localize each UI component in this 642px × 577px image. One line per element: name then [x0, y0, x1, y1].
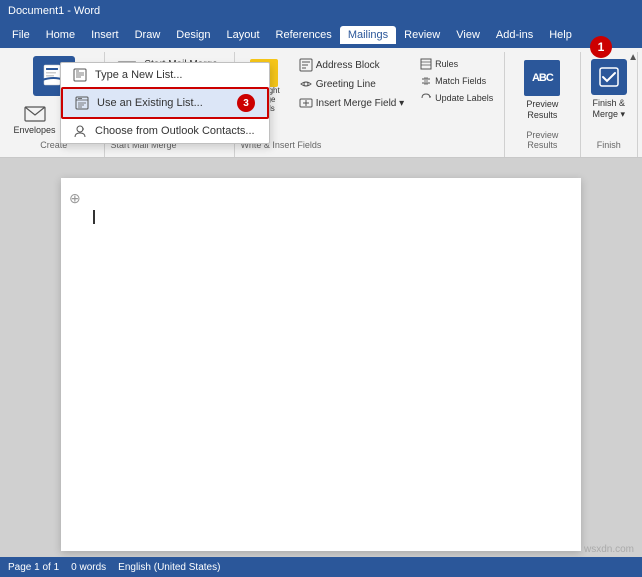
rules-icon	[420, 58, 432, 70]
preview-results-label: PreviewResults	[526, 99, 558, 121]
ribbon-group-preview: ABC PreviewResults Preview Results	[505, 52, 580, 157]
insert-merge-field-button[interactable]: Insert Merge Field ▾	[294, 94, 409, 112]
badge-1: 1	[590, 36, 612, 58]
menu-mailings[interactable]: Mailings	[340, 26, 396, 44]
address-block-button[interactable]: Address Block	[294, 56, 409, 74]
address-block-label: Address Block	[316, 60, 380, 71]
preview-results-icon: ABC	[524, 60, 560, 96]
ribbon-group-write-insert: HighlightMerge Fields Address Block	[235, 52, 506, 157]
finish-merge-icon	[591, 59, 627, 95]
match-fields-button[interactable]: Match Fields	[415, 73, 498, 89]
choose-from-outlook-icon	[73, 124, 87, 138]
text-cursor	[93, 210, 95, 227]
update-labels-button[interactable]: Update Labels	[415, 90, 498, 106]
menu-layout[interactable]: Layout	[219, 26, 268, 44]
ribbon-collapse-button[interactable]: ▲	[628, 52, 638, 63]
greeting-line-icon	[299, 77, 313, 91]
preview-results-button[interactable]: ABC PreviewResults	[516, 56, 568, 128]
status-bar: Page 1 of 1 0 words English (United Stat…	[0, 557, 642, 577]
finish-merge-label: Finish &Merge ▾	[593, 98, 626, 120]
menu-home[interactable]: Home	[38, 26, 83, 44]
update-labels-icon	[420, 92, 432, 104]
page-info: Page 1 of 1	[8, 562, 59, 573]
menu-file[interactable]: File	[4, 26, 38, 44]
use-existing-list-item[interactable]: Use an Existing List... 3	[61, 87, 269, 119]
greeting-line-label: Greeting Line	[316, 79, 376, 90]
watermark: wsxdn.com	[584, 544, 634, 555]
envelopes-label: Envelopes	[13, 125, 55, 135]
update-labels-label: Update Labels	[435, 93, 493, 103]
choose-from-outlook-label: Choose from Outlook Contacts...	[95, 125, 255, 137]
insert-merge-field-icon	[299, 96, 313, 110]
insert-merge-field-label: Insert Merge Field ▾	[316, 98, 404, 109]
document-page[interactable]: ⊕	[61, 178, 581, 551]
type-new-list-label: Type a New List...	[95, 69, 182, 81]
match-fields-label: Match Fields	[435, 76, 486, 86]
document-area: ⊕	[0, 158, 642, 571]
match-fields-icon	[420, 75, 432, 87]
use-existing-list-label: Use an Existing List...	[97, 97, 203, 109]
envelope-icon	[24, 105, 46, 123]
menu-insert[interactable]: Insert	[83, 26, 127, 44]
type-new-list-item[interactable]: Type a New List...	[61, 63, 269, 87]
menu-references[interactable]: References	[268, 26, 340, 44]
rules-button[interactable]: Rules	[415, 56, 498, 72]
menu-view[interactable]: View	[448, 26, 488, 44]
menu-addins[interactable]: Add-ins	[488, 26, 541, 44]
envelopes-button[interactable]: Envelopes	[8, 102, 60, 138]
menu-draw[interactable]: Draw	[127, 26, 169, 44]
address-block-icon	[299, 58, 313, 72]
use-existing-list-icon	[75, 96, 89, 110]
badge-3: 3	[237, 94, 255, 112]
menu-bar: File Home Insert Draw Design Layout Refe…	[0, 22, 642, 48]
word-count: 0 words	[71, 562, 106, 573]
finish-merge-button[interactable]: Finish &Merge ▾	[586, 56, 632, 138]
type-new-list-icon	[73, 68, 87, 82]
greeting-line-button[interactable]: Greeting Line	[294, 75, 409, 93]
menu-design[interactable]: Design	[168, 26, 218, 44]
preview-group-label: Preview Results	[511, 128, 573, 153]
add-content-icon[interactable]: ⊕	[69, 190, 81, 207]
dropdown-menu: Type a New List... Use an Existing List.…	[60, 62, 270, 144]
finish-group-label: Finish	[597, 138, 621, 153]
rules-label: Rules	[435, 59, 458, 69]
menu-help[interactable]: Help	[541, 26, 580, 44]
title-bar: Document1 - Word	[0, 0, 642, 22]
choose-from-outlook-item[interactable]: Choose from Outlook Contacts...	[61, 119, 269, 143]
ribbon-group-finish: Finish &Merge ▾ Finish	[581, 52, 638, 157]
language: English (United States)	[118, 562, 220, 573]
menu-review[interactable]: Review	[396, 26, 448, 44]
title-text: Document1 - Word	[8, 5, 100, 17]
